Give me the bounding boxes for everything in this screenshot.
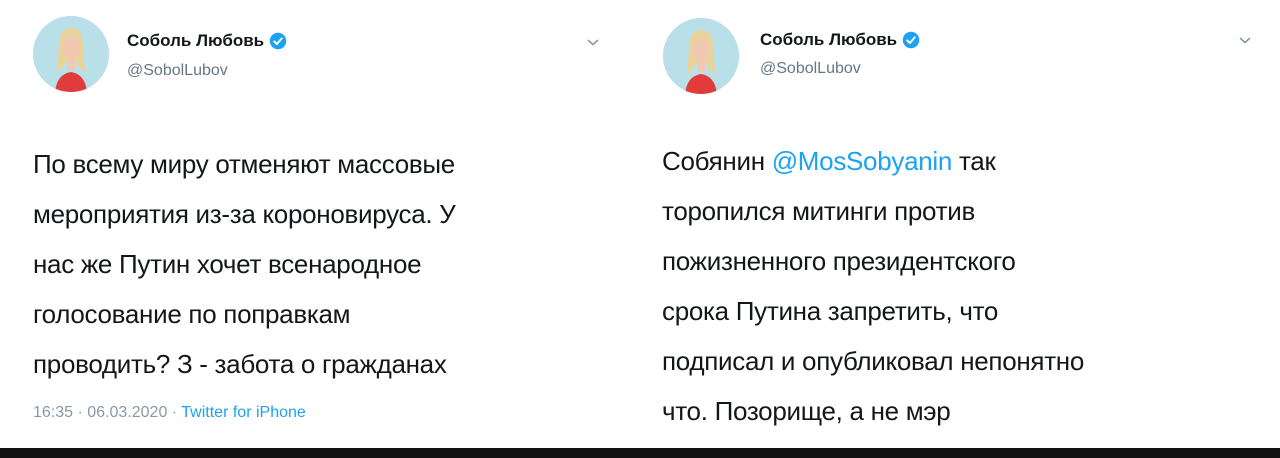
tweet-text-line: мероприятия из-за короновируса. У — [33, 199, 456, 229]
tweet-text-line: срока Путина запретить, что — [662, 296, 999, 326]
author-name[interactable]: Соболь Любовь — [760, 30, 897, 50]
mention-link[interactable]: @MosSobyanin — [772, 146, 953, 176]
tweet-text-line: пожизненного президентского — [662, 246, 1016, 276]
tweet-meta: 16:35 · 06.03.2020 · Twitter for iPhone — [33, 404, 306, 422]
tweet-time[interactable]: 16:35 — [33, 404, 73, 421]
tweet-card-2: Соболь Любовь @SobolLubov Собянин @MosSo… — [628, 0, 1280, 448]
tweet-text: По всему миру отменяют массовые мероприя… — [33, 139, 613, 389]
meta-separator: · — [73, 404, 88, 421]
text-prefix: Собянин — [662, 146, 772, 176]
meta-separator: · — [167, 404, 182, 421]
avatar[interactable] — [663, 18, 739, 94]
author-row: Соболь Любовь — [760, 30, 920, 50]
tweet-text-line: проводить? З - забота о гражданах — [33, 349, 447, 379]
tweet-text: Собянин @MosSobyanin так торопился митин… — [662, 136, 1262, 436]
author-handle[interactable]: @SobolLubov — [127, 62, 228, 80]
author-name[interactable]: Соболь Любовь — [127, 31, 264, 51]
author-handle[interactable]: @SobolLubov — [760, 60, 861, 78]
tweet-text-line: По всему миру отменяют массовые — [33, 149, 455, 179]
chevron-down-icon[interactable] — [586, 34, 600, 52]
avatar-photo-icon — [663, 18, 739, 94]
tweet-card-1: Соболь Любовь @SobolLubov По всему миру … — [0, 0, 628, 448]
tweet-source-link[interactable]: Twitter for iPhone — [181, 404, 306, 421]
tweet-text-line: голосование по поправкам — [33, 299, 351, 329]
tweet-date[interactable]: 06.03.2020 — [87, 404, 167, 421]
avatar-photo-icon — [33, 16, 109, 92]
chevron-down-icon[interactable] — [1238, 32, 1252, 50]
author-row: Соболь Любовь — [127, 31, 287, 51]
tweet-text-line: что. Позорище, а не мэр — [662, 396, 951, 426]
verified-badge-icon — [902, 31, 920, 49]
bottom-bar — [0, 448, 1280, 458]
verified-badge-icon — [269, 32, 287, 50]
tweet-text-line: Собянин @MosSobyanin так — [662, 136, 1262, 186]
tweet-text-line: нас же Путин хочет всенародное — [33, 249, 422, 279]
text-suffix: так — [952, 146, 996, 176]
tweet-text-line: подписал и опубликовал непонятно — [662, 346, 1085, 376]
tweet-text-line: торопился митинги против — [662, 196, 975, 226]
avatar[interactable] — [33, 16, 109, 92]
